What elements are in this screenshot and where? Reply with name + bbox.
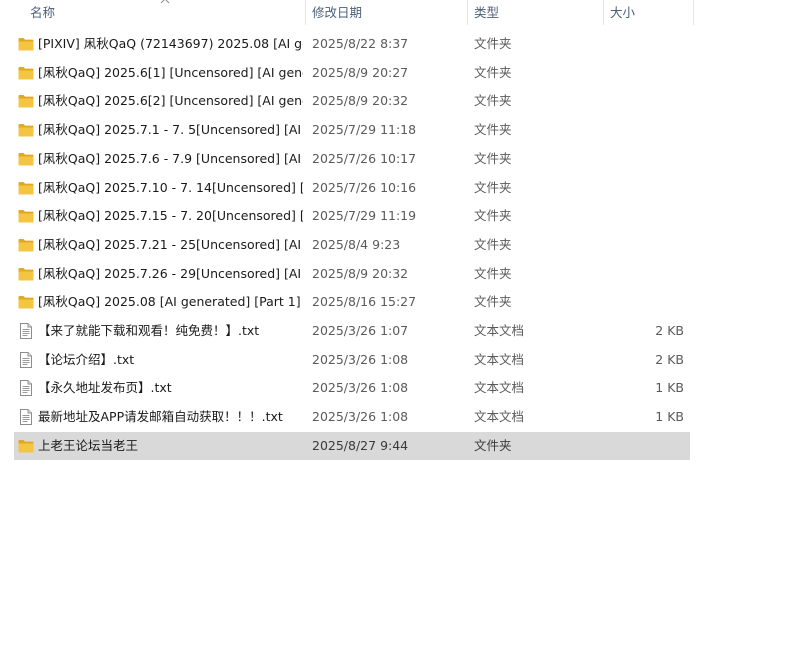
file-type: 文件夹	[474, 438, 512, 453]
file-row[interactable]: 【来了就能下载和观看！纯免费！】.txt 2025/3/26 1:07 文本文档 2 …	[14, 317, 690, 345]
folder-icon	[18, 66, 34, 80]
file-modified-date: 2025/3/26 1:08	[312, 409, 409, 424]
file-type: 文件夹	[474, 266, 512, 281]
file-size: 1 KB	[655, 409, 684, 424]
file-row[interactable]: [PIXIV] 凩秋QaQ (72143697) 2025.08 [AI ge.…	[14, 30, 690, 58]
file-modified-date: 2025/3/26 1:08	[312, 380, 409, 395]
file-modified-date: 2025/7/29 11:19	[312, 208, 417, 223]
file-modified-date: 2025/8/27 9:44	[312, 438, 409, 453]
file-name: 最新地址及APP请发邮箱自动获取！！！.txt	[38, 409, 283, 424]
file-modified-date: 2025/8/4 9:23	[312, 237, 401, 252]
file-type: 文件夹	[474, 294, 512, 309]
file-row[interactable]: [凩秋QaQ] 2025.6[2] [Uncensored] [AI gener…	[14, 87, 690, 115]
file-name: [凩秋QaQ] 2025.08 [AI generated] [Part 1]	[38, 294, 301, 309]
file-name: 【来了就能下载和观看！纯免费！】.txt	[38, 323, 260, 338]
file-name: [凩秋QaQ] 2025.6[2] [Uncensored] [AI gener…	[38, 93, 303, 108]
file-name: [凩秋QaQ] 2025.7.15 - 7. 20[Uncensored] [A…	[38, 208, 303, 223]
folder-icon	[18, 94, 34, 108]
file-row[interactable]: [凩秋QaQ] 2025.7.21 - 25[Uncensored] [AI g…	[14, 231, 690, 259]
file-row[interactable]: [凩秋QaQ] 2025.6[1] [Uncensored] [AI gener…	[14, 59, 690, 87]
file-modified-date: 2025/3/26 1:07	[312, 323, 409, 338]
file-name: [凩秋QaQ] 2025.7.26 - 29[Uncensored] [AI g…	[38, 266, 303, 281]
file-type: 文件夹	[474, 122, 512, 137]
file-row[interactable]: [凩秋QaQ] 2025.7.10 - 7. 14[Uncensored] [A…	[14, 174, 690, 202]
folder-icon	[18, 295, 34, 309]
folder-icon	[18, 439, 34, 453]
text-file-icon	[18, 409, 34, 425]
file-type: 文本文档	[474, 323, 525, 338]
file-name: [凩秋QaQ] 2025.7.10 - 7. 14[Uncensored] [A…	[38, 180, 303, 195]
column-header-name[interactable]: 名称	[24, 0, 306, 25]
folder-icon	[18, 152, 34, 166]
file-row[interactable]: [凩秋QaQ] 2025.08 [AI generated] [Part 1] 2…	[14, 288, 690, 316]
file-row[interactable]: [凩秋QaQ] 2025.7.15 - 7. 20[Uncensored] [A…	[14, 202, 690, 230]
file-type: 文件夹	[474, 36, 512, 51]
file-row[interactable]: [凩秋QaQ] 2025.7.6 - 7.9 [Uncensored] [AI …	[14, 145, 690, 173]
column-header-bar: 名称 修改日期 类型 大小	[0, 0, 800, 25]
file-name: [凩秋QaQ] 2025.7.21 - 25[Uncensored] [AI g…	[38, 237, 303, 252]
file-type: 文件夹	[474, 208, 512, 223]
file-modified-date: 2025/7/29 11:18	[312, 122, 417, 137]
file-modified-date: 2025/8/22 8:37	[312, 36, 409, 51]
file-row[interactable]: 最新地址及APP请发邮箱自动获取！！！.txt 2025/3/26 1:08 文本文…	[14, 403, 690, 431]
column-divider[interactable]	[693, 0, 694, 25]
text-file-icon	[18, 352, 34, 368]
file-name: 【永久地址发布页】.txt	[38, 380, 172, 395]
file-name: 上老王论坛当老王	[38, 438, 139, 453]
file-name: [凩秋QaQ] 2025.7.6 - 7.9 [Uncensored] [AI …	[38, 151, 303, 166]
folder-icon	[18, 181, 34, 195]
folder-icon	[18, 267, 34, 281]
file-modified-date: 2025/8/9 20:32	[312, 266, 409, 281]
file-size: 2 KB	[655, 323, 684, 338]
file-row[interactable]: 【论坛介绍】.txt 2025/3/26 1:08 文本文档 2 KB	[14, 346, 690, 374]
column-header-size[interactable]: 大小	[604, 0, 694, 25]
file-modified-date: 2025/8/9 20:32	[312, 93, 409, 108]
file-row[interactable]: [凩秋QaQ] 2025.7.1 - 7. 5[Uncensored] [AI …	[14, 116, 690, 144]
text-file-icon	[18, 323, 34, 339]
file-type: 文本文档	[474, 409, 525, 424]
file-name: [PIXIV] 凩秋QaQ (72143697) 2025.08 [AI ge.…	[38, 36, 303, 51]
file-size: 2 KB	[655, 352, 684, 367]
column-header-modified[interactable]: 修改日期	[306, 0, 468, 25]
file-modified-date: 2025/7/26 10:17	[312, 151, 417, 166]
file-type: 文件夹	[474, 93, 512, 108]
folder-icon	[18, 238, 34, 252]
folder-icon	[18, 209, 34, 223]
file-size: 1 KB	[655, 380, 684, 395]
file-type: 文件夹	[474, 237, 512, 252]
file-type: 文本文档	[474, 380, 525, 395]
file-modified-date: 2025/8/9 20:27	[312, 65, 409, 80]
file-name: 【论坛介绍】.txt	[38, 352, 135, 367]
folder-icon	[18, 37, 34, 51]
folder-icon	[18, 123, 34, 137]
file-name: [凩秋QaQ] 2025.6[1] [Uncensored] [AI gener…	[38, 65, 303, 80]
file-type: 文件夹	[474, 180, 512, 195]
file-modified-date: 2025/8/16 15:27	[312, 294, 417, 309]
text-file-icon	[18, 380, 34, 396]
file-row[interactable]: [凩秋QaQ] 2025.7.26 - 29[Uncensored] [AI g…	[14, 260, 690, 288]
file-type: 文件夹	[474, 151, 512, 166]
file-row[interactable]: 【永久地址发布页】.txt 2025/3/26 1:08 文本文档 1 KB	[14, 374, 690, 402]
file-modified-date: 2025/3/26 1:08	[312, 352, 409, 367]
file-name: [凩秋QaQ] 2025.7.1 - 7. 5[Uncensored] [AI …	[38, 122, 303, 137]
file-type: 文件夹	[474, 65, 512, 80]
column-header-type[interactable]: 类型	[468, 0, 604, 25]
file-type: 文本文档	[474, 352, 525, 367]
file-modified-date: 2025/7/26 10:16	[312, 180, 417, 195]
file-row-selected[interactable]: 上老王论坛当老王 2025/8/27 9:44 文件夹	[14, 432, 690, 460]
